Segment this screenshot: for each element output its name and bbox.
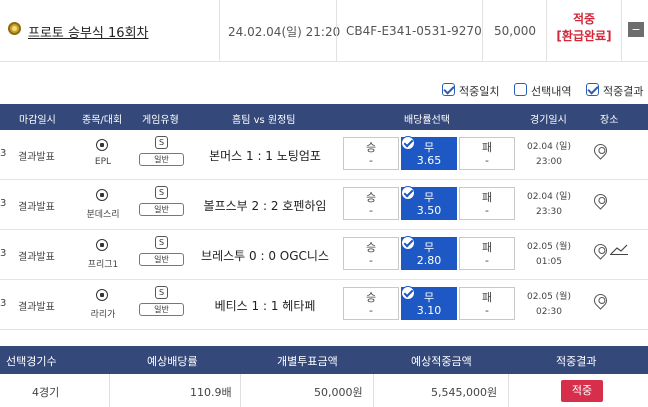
ticket-result: 적중 [환급완료] [556, 12, 612, 43]
col-header: 배당률선택 [404, 115, 450, 126]
expected-payout: 5,545,000원 [431, 386, 498, 399]
ticket-datetime: 24.02.04(일) 21:20 [228, 24, 341, 39]
filter-bar: 적중일치 선택내역 적중결과 [0, 81, 648, 99]
game-type: 일반 [139, 203, 184, 216]
col-header: 경기일시 [530, 115, 567, 126]
col-header: 게임유형 [142, 115, 179, 126]
location-pin-icon[interactable] [591, 241, 610, 260]
summary-col-header: 예상배당률 [147, 355, 198, 368]
match-datetime: 02.04 (일) 23:30 [527, 192, 571, 217]
table-header: 마감일시 종목/대회 게임유형 홈팀 vs 원정팀 배당률선택 경기일시 장소 [0, 104, 648, 130]
odds-win-button[interactable]: 승- [343, 187, 399, 220]
table-row: 3 결과발표 라리가 S 일반 베티스 1 : 1 헤타페 승- 무 3.10 패… [0, 280, 648, 330]
game-type: 일반 [139, 153, 184, 166]
selected-games-count: 4경기 [32, 386, 60, 399]
match-status: 결과발표 [18, 302, 55, 313]
odds-draw-button[interactable]: 무 2.80 [401, 236, 457, 270]
summary-header: 선택경기수 예상배당률 개별투표금액 예상적중금액 적중결과 [0, 346, 648, 374]
trend-chart-icon[interactable] [610, 243, 628, 255]
filter-checkbox-selection[interactable] [514, 83, 527, 96]
expected-odds: 110.9배 [190, 386, 232, 399]
odds-win-button[interactable]: 승- [343, 137, 399, 170]
soccer-ball-icon [96, 139, 108, 151]
filter-checkbox-hit-result[interactable] [586, 83, 599, 96]
filter-label: 적중일치 [459, 85, 500, 98]
match-status: 결과발표 [18, 152, 55, 163]
col-header: 종목/대회 [82, 115, 123, 126]
ticket-amount: 50,000 [494, 24, 536, 38]
match-datetime: 02.05 (월) 02:30 [527, 292, 571, 317]
odds-lose-button[interactable]: 패- [459, 287, 515, 320]
sport-badge: S [155, 136, 168, 149]
ticket-code: CB4F-E341-0531-9270 [346, 24, 482, 38]
check-icon [401, 236, 415, 250]
check-icon [401, 186, 415, 200]
filter-label: 선택내역 [531, 85, 572, 98]
match-status: 결과발표 [18, 202, 55, 213]
check-icon [401, 286, 415, 300]
soccer-ball-icon [96, 239, 108, 251]
location-pin-icon[interactable] [591, 141, 610, 160]
filter-checkbox-hit-match[interactable] [442, 83, 455, 96]
match-datetime: 02.04 (일) 23:00 [527, 142, 571, 167]
hit-result-badge: 적중 [561, 380, 603, 402]
odds-lose-button[interactable]: 패- [459, 137, 515, 170]
summary-row: 4경기 110.9배 50,000원 5,545,000원 적중 [0, 374, 648, 407]
filter-label: 적중결과 [603, 85, 644, 98]
game-type: 일반 [139, 253, 184, 266]
league-name: EPL [94, 157, 112, 167]
summary-col-header: 선택경기수 [6, 355, 57, 368]
match-status: 결과발표 [18, 252, 55, 263]
match-datetime: 02.05 (월) 01:05 [527, 242, 571, 267]
league-name: 분데스리 [86, 210, 120, 220]
odds-win-button[interactable]: 승- [343, 287, 399, 320]
odds-lose-button[interactable]: 패- [459, 187, 515, 220]
location-pin-icon[interactable] [591, 291, 610, 310]
sport-badge: S [155, 186, 168, 199]
match-score: 베티스 1 : 1 헤타페 [214, 299, 316, 313]
col-header: 홈팀 vs 원정팀 [232, 115, 296, 126]
table-row: 3 결과발표 분데스리 S 일반 볼프스부 2 : 2 호펜하임 승- 무 3.5… [0, 180, 648, 230]
col-header: 장소 [600, 115, 619, 126]
odds-draw-button[interactable]: 무 3.10 [401, 286, 457, 320]
odds-win-button[interactable]: 승- [343, 237, 399, 270]
league-name: 라리가 [90, 310, 116, 320]
odds-draw-button[interactable]: 무 3.50 [401, 186, 457, 220]
ticket-title[interactable]: 프로토 승부식 16회차 [28, 0, 149, 62]
sport-badge: S [155, 236, 168, 249]
league-name: 프리그1 [87, 260, 119, 270]
coin-icon [8, 22, 21, 35]
summary-col-header: 예상적중금액 [411, 355, 472, 368]
collapse-button[interactable]: − [628, 22, 644, 37]
game-type: 일반 [139, 303, 184, 316]
sport-badge: S [155, 286, 168, 299]
ticket-summary-bar: 프로토 승부식 16회차 24.02.04(일) 21:20 CB4F-E341… [0, 0, 648, 62]
table-row: 3 결과발표 EPL S 일반 본머스 1 : 1 노팅엄포 승- 무 3.65 … [0, 130, 648, 180]
table-row: 3 결과발표 프리그1 S 일반 브레스투 0 : 0 OGC니스 승- 무 2.… [0, 230, 648, 280]
match-score: 볼프스부 2 : 2 호펜하임 [203, 199, 327, 213]
col-header: 마감일시 [19, 115, 56, 126]
summary-col-header: 적중결과 [556, 355, 597, 368]
match-score: 본머스 1 : 1 노팅엄포 [209, 149, 321, 163]
bet-amount: 50,000원 [314, 386, 363, 399]
soccer-ball-icon [96, 289, 108, 301]
match-score: 브레스투 0 : 0 OGC니스 [201, 249, 329, 263]
location-pin-icon[interactable] [591, 191, 610, 210]
odds-lose-button[interactable]: 패- [459, 237, 515, 270]
summary-col-header: 개별투표금액 [277, 355, 338, 368]
check-icon [401, 136, 415, 150]
soccer-ball-icon [96, 189, 108, 201]
odds-draw-button[interactable]: 무 3.65 [401, 136, 457, 170]
